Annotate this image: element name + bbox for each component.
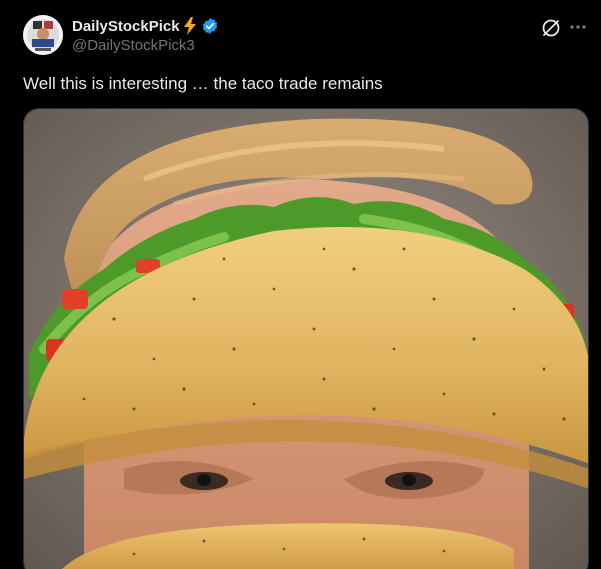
author-name-row: DailyStockPick — [72, 16, 219, 36]
author-avatar[interactable] — [23, 15, 63, 55]
post-image[interactable] — [23, 108, 589, 569]
grok-icon[interactable] — [540, 17, 562, 39]
more-options-icon[interactable] — [567, 16, 589, 38]
taco-photo — [24, 109, 588, 569]
author-handle[interactable]: @DailyStockPick3 — [72, 37, 195, 54]
post-text: Well this is interesting … the taco trad… — [23, 74, 383, 93]
post-card: DailyStockPick @DailyStockPick3 Well thi… — [0, 0, 601, 569]
author-display-name[interactable]: DailyStockPick — [72, 18, 180, 35]
avatar-image — [23, 15, 63, 55]
lightning-bolt-icon — [183, 17, 197, 35]
verified-badge-icon[interactable] — [201, 17, 219, 35]
